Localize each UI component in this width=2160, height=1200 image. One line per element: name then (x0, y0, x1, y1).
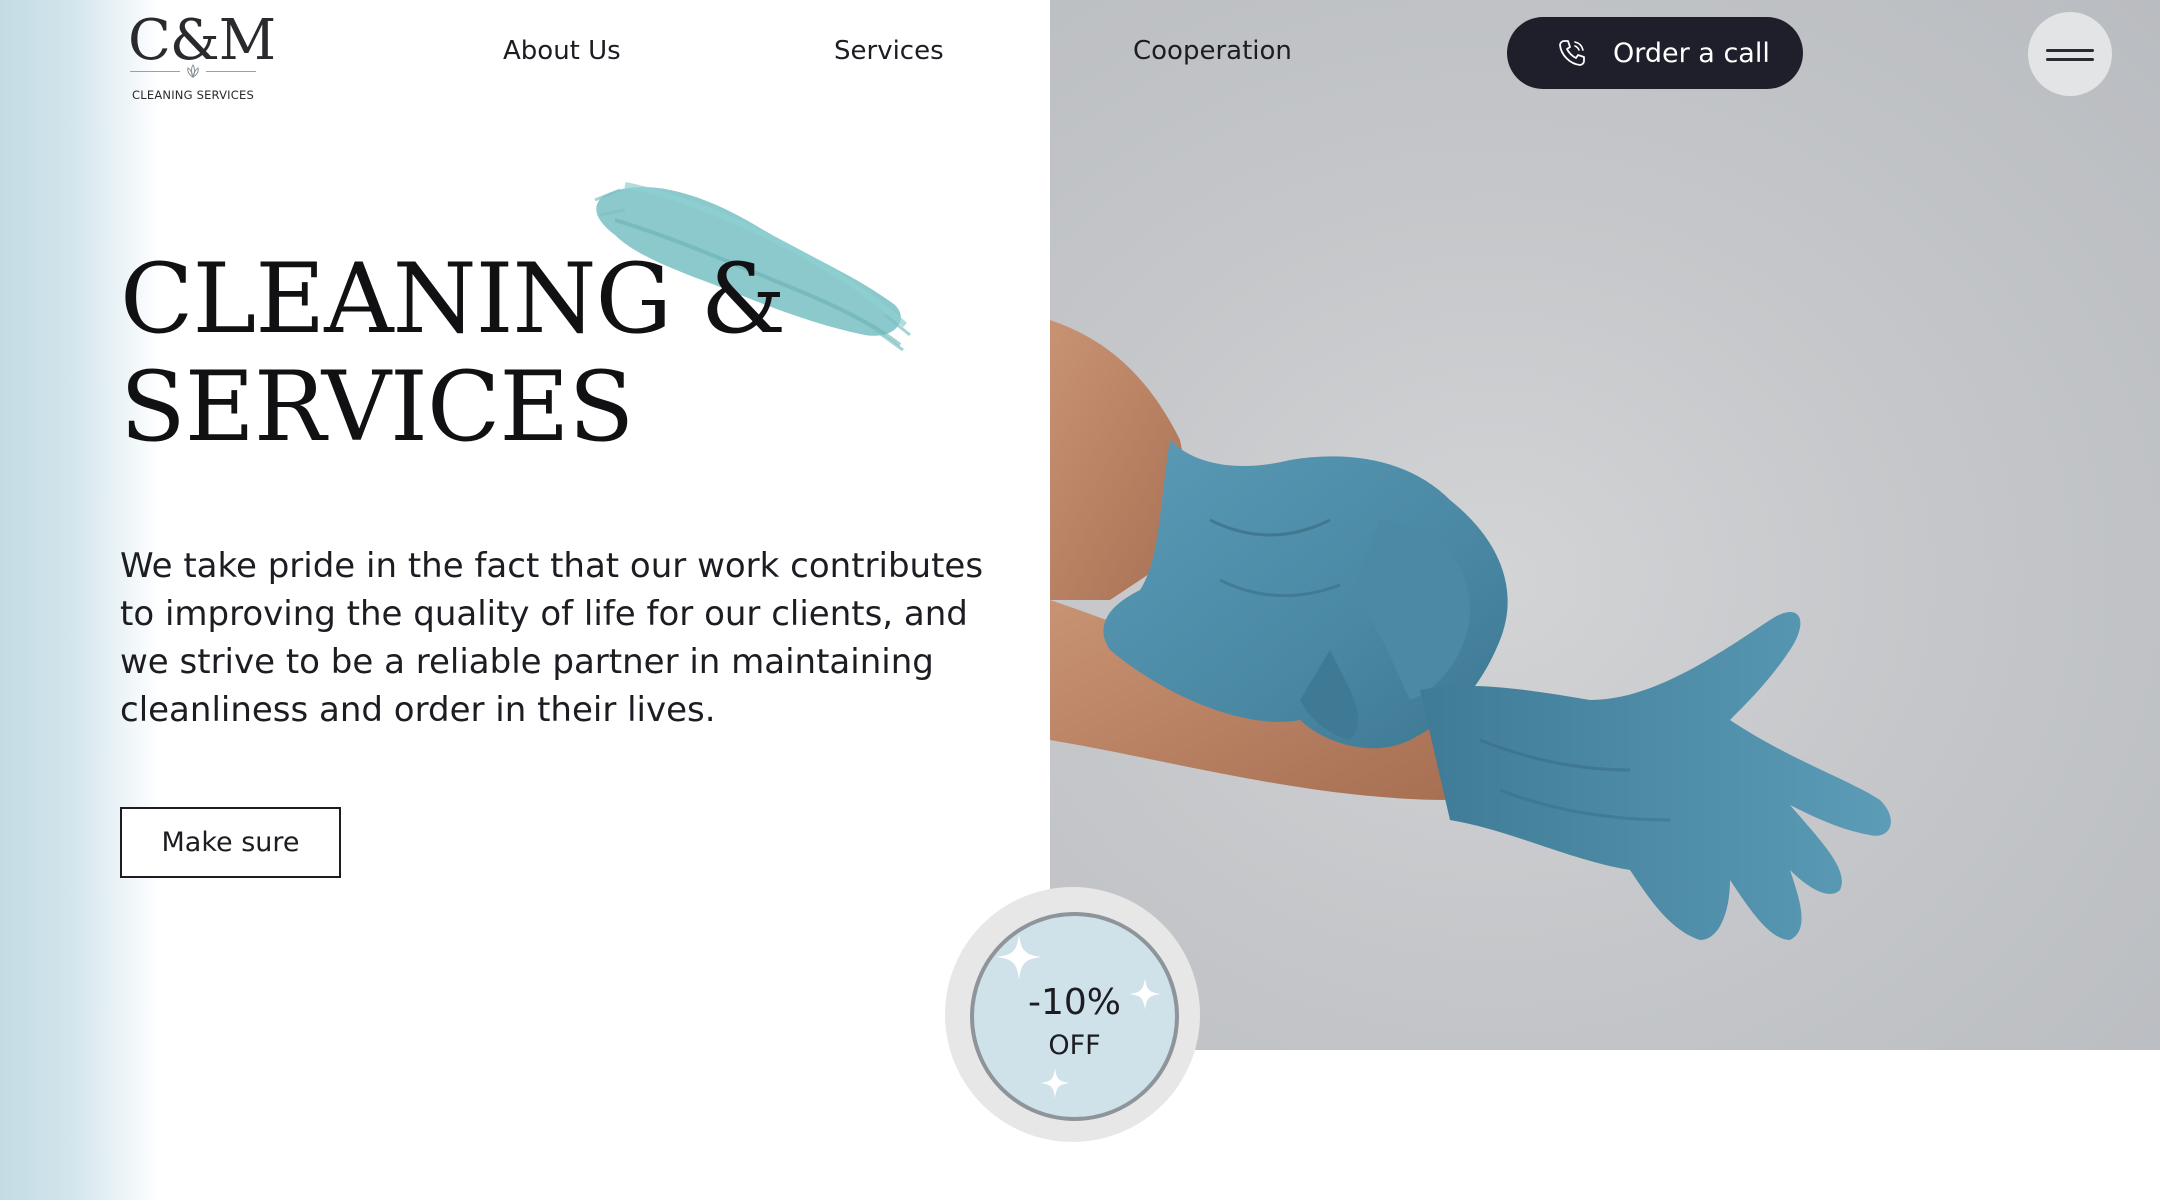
gloves-illustration (1050, 320, 1891, 940)
hero-title-line-1: CLEANING & (120, 243, 786, 355)
logo-subtitle: CLEANING SERVICES (132, 88, 254, 102)
discount-value: -10% (1027, 982, 1121, 1023)
hero-image-gloves (1050, 0, 2160, 1050)
logo-divider-left (130, 71, 180, 72)
discount-badge-inner: -10% OFF (970, 912, 1179, 1121)
logo-divider-right (206, 71, 256, 72)
sparkle-icon (1040, 1068, 1070, 1098)
nav-link-about-us[interactable]: About Us (503, 34, 621, 68)
sparkle-icon (996, 934, 1042, 980)
company-logo[interactable]: C&M CLEANING SERVICES (128, 10, 276, 103)
discount-badge[interactable]: -10% OFF (945, 887, 1200, 1142)
hero-description: We take pride in the fact that our work … (120, 546, 984, 730)
menu-line-top (2046, 49, 2094, 52)
nav-link-services[interactable]: Services (834, 34, 944, 68)
hero-title-line-2: SERVICES (120, 351, 634, 463)
lotus-icon (187, 64, 199, 79)
hero-title: CLEANING & SERVICES (120, 243, 786, 463)
order-call-button[interactable]: Order a call (1507, 17, 1803, 89)
make-sure-button[interactable]: Make sure (120, 807, 341, 878)
discount-label: OFF (1048, 1030, 1101, 1061)
nav-link-cooperation[interactable]: Cooperation (1133, 34, 1292, 68)
order-call-label: Order a call (1613, 37, 1770, 69)
menu-line-bottom (2046, 58, 2094, 61)
phone-icon (1559, 40, 1585, 66)
hamburger-menu-button[interactable] (2028, 12, 2112, 96)
